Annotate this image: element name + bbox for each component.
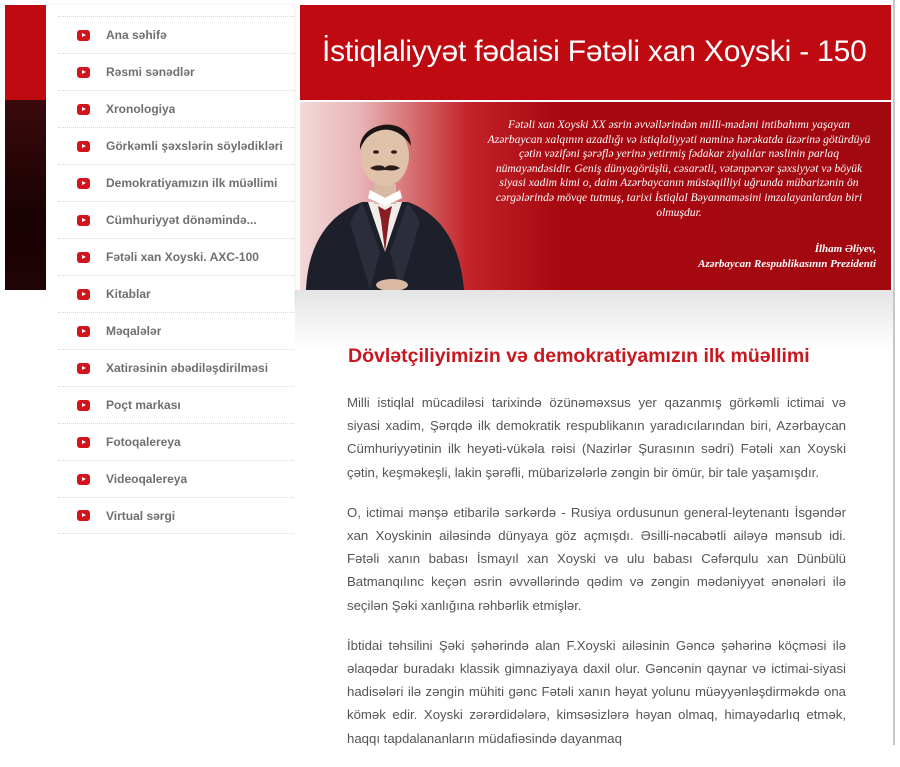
play-bullet-icon: [77, 473, 90, 485]
play-bullet-icon: [77, 362, 90, 374]
portrait-image: [306, 124, 464, 290]
sidebar-item-books[interactable]: Kitablar: [58, 275, 294, 312]
sidebar-item-republic-period[interactable]: Cümhuriyyət dönəmində...: [58, 201, 294, 238]
play-bullet-icon: [77, 399, 90, 411]
sidebar-item-label: Poçt markası: [106, 398, 181, 412]
play-bullet-icon: [77, 325, 90, 337]
play-bullet-icon: [77, 251, 90, 263]
play-bullet-icon: [77, 66, 90, 78]
sidebar-item-official-documents[interactable]: Rəsmi sənədlər: [58, 53, 294, 90]
article-body: Milli istiqlal mücadiləsi tarixində özün…: [347, 391, 846, 767]
play-bullet-icon: [77, 288, 90, 300]
page-title: İstiqlaliyyət fədaisi Fətəli xan Xoyski …: [322, 35, 867, 68]
sidebar-item-photo-gallery[interactable]: Fotoqalereya: [58, 423, 294, 460]
sidebar-item-label: Virtual sərgi: [106, 508, 176, 523]
sidebar-item-home[interactable]: Ana səhifə: [58, 16, 294, 53]
sidebar-item-label: Cümhuriyyət dönəmində...: [106, 213, 257, 227]
banner-quote: Fətəli xan Xoyski XX əsrin əvvəllərindən…: [487, 118, 871, 219]
sidebar-item-label: Xronologiya: [106, 102, 176, 116]
sidebar-item-label: Videoqalereya: [106, 472, 188, 486]
sidebar-item-label: Ana səhifə: [106, 28, 167, 42]
sidebar-item-video-gallery[interactable]: Videoqalereya: [58, 460, 294, 497]
sidebar-item-memory[interactable]: Xatirəsinin əbədiləşdirilməsi: [58, 349, 294, 386]
left-decor-red: [5, 5, 46, 100]
sidebar-item-label: Rəsmi sənədlər: [106, 65, 195, 79]
article-title: Dövlətçiliyimizin və demokratiyamızın il…: [348, 345, 810, 367]
article-paragraph: O, ictimai mənşə etibarilə sərkərdə - Ru…: [347, 504, 846, 613]
sidebar-item-label: Məqalələr: [106, 324, 162, 338]
quote-author-title: Azərbaycan Respublikasının Prezidenti: [698, 258, 876, 270]
sidebar-item-quotes[interactable]: Görkəmli şəxslərin söylədikləri: [58, 127, 294, 164]
header-bar: İstiqlaliyyət fədaisi Fətəli xan Xoyski …: [300, 5, 891, 100]
article-paragraph: Milli istiqlal mücadiləsi tarixində özün…: [347, 395, 846, 480]
sidebar-item-label: Xatirəsinin əbədiləşdirilməsi: [106, 361, 269, 375]
sidebar-item-virtual-exhibition[interactable]: Virtual sərgi: [58, 497, 294, 534]
sidebar-item-label: Demokratiyamızın ilk müəllimi: [106, 176, 278, 190]
quote-author-name: İlham Əliyev,: [814, 243, 876, 255]
sidebar-item-label: Görkəmli şəxslərin söylədikləri: [106, 139, 283, 153]
sidebar-item-democracy-teacher[interactable]: Demokratiyamızın ilk müəllimi: [58, 164, 294, 201]
sidebar-item-label: Fotoqalereya: [106, 435, 181, 449]
article-paragraph: İbtidai təhsilini Şəki şəhərində alan F.…: [347, 637, 846, 746]
sidebar-item-label: Kitablar: [106, 287, 151, 301]
play-bullet-icon: [77, 140, 90, 152]
content-shadow: [295, 290, 893, 350]
sidebar-item-chronology[interactable]: Xronologiya: [58, 90, 294, 127]
play-bullet-icon: [77, 177, 90, 189]
sidebar-menu: Ana səhifə Rəsmi sənədlər Xronologiya Gö…: [58, 16, 294, 534]
left-decor-dark: [5, 100, 46, 290]
quote-author: İlham Əliyev, Azərbaycan Respublikasının…: [698, 242, 876, 272]
sidebar-item-adr-100[interactable]: Fətəli xan Xoyski. AXC-100: [58, 238, 294, 275]
play-bullet-icon: [77, 214, 90, 226]
play-bullet-icon: [77, 29, 90, 41]
play-bullet-icon: [77, 436, 90, 448]
play-bullet-icon: [77, 510, 90, 521]
hero-banner: Fətəli xan Xoyski XX əsrin əvvəllərindən…: [300, 102, 891, 290]
sidebar-item-articles[interactable]: Məqalələr: [58, 312, 294, 349]
sidebar-item-label: Fətəli xan Xoyski. AXC-100: [106, 250, 259, 264]
sidebar-item-stamp[interactable]: Poçt markası: [58, 386, 294, 423]
play-bullet-icon: [77, 103, 90, 115]
right-border: [893, 0, 895, 745]
